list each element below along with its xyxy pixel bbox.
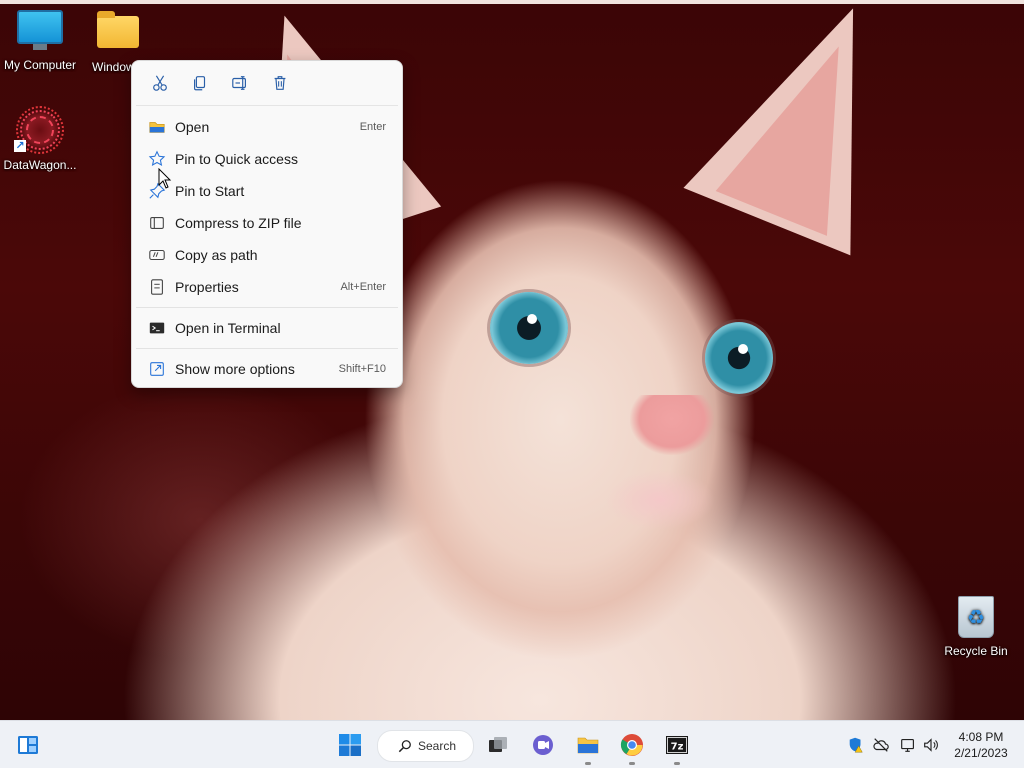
windows-logo-icon [339,734,361,756]
onedrive-tray-button[interactable] [871,735,891,755]
monitor-icon [17,10,63,50]
mouse-cursor-icon [158,168,172,189]
menu-item-show-more-options[interactable]: Show more options Shift+F10 [136,354,398,384]
folder-icon [97,11,139,48]
clock-time: 4:08 PM [958,730,1004,744]
menu-item-label: Pin to Quick access [175,151,298,167]
search-label: Search [418,739,457,753]
widgets-button[interactable] [12,729,44,761]
teams-chat-button[interactable] [527,729,559,761]
desktop-icon-my-computer[interactable]: My Computer [0,10,80,72]
task-view-button[interactable] [482,729,514,761]
desktop-icon-label: DataWagon... [3,158,77,172]
menu-item-label: Compress to ZIP file [175,215,302,231]
copy-button[interactable] [188,71,212,95]
kitten-mouth [605,470,715,530]
7zip-button[interactable]: 7z [661,729,693,765]
menu-item-label: Copy as path [175,247,258,263]
menu-item-label: Open [175,119,210,135]
menu-item-label: Open in Terminal [175,320,281,336]
menu-item-open-terminal[interactable]: Open in Terminal [136,313,398,343]
task-view-icon [489,737,507,752]
network-icon [901,739,914,752]
widgets-icon [18,736,38,754]
start-button[interactable] [334,729,366,761]
rename-icon [232,76,246,90]
menu-item-label: Properties [175,279,239,295]
terminal-icon [146,319,168,337]
zip-icon [146,214,168,232]
menu-item-label: Show more options [175,361,295,377]
menu-separator [136,307,398,308]
desktop-screen: My Computer Window ↗ DataWagon... Recycl… [0,0,1024,768]
cut-button[interactable] [148,71,172,95]
chrome-button[interactable] [616,729,648,765]
copy-path-icon [146,246,168,264]
more-options-icon [146,360,168,378]
menu-item-label: Pin to Start [175,183,245,199]
wallpaper-top-strip [0,0,1024,4]
7zip-icon: 7z [666,736,688,754]
rename-button[interactable] [228,71,252,95]
svg-text:7z: 7z [671,742,684,753]
speaker-icon [924,738,938,752]
recycle-bin-icon [958,596,994,638]
clock-date: 2/21/2023 [954,746,1008,760]
properties-icon [146,278,168,296]
menu-item-shortcut: Shift+F10 [338,363,386,375]
windows-security-tray-button[interactable] [846,735,866,755]
context-menu: Open Enter Pin to Quick access Pin to St… [131,60,403,388]
running-indicator [585,762,591,765]
menu-item-shortcut: Alt+Enter [340,281,386,293]
menu-separator [136,348,398,349]
menu-item-shortcut: Enter [359,121,386,133]
search-icon [398,740,411,753]
running-indicator [629,762,635,765]
shortcut-arrow-icon: ↗ [14,140,26,152]
kitten-right-eye [705,322,773,394]
delete-icon [274,76,286,90]
shield-warning-icon [849,737,863,753]
menu-item-copy-as-path[interactable]: Copy as path [136,240,398,270]
taskbar-clock[interactable]: 4:08 PM 2/21/2023 [946,729,1016,761]
network-tray-button[interactable] [898,735,918,755]
menu-item-properties[interactable]: Properties Alt+Enter [136,272,398,302]
file-explorer-button[interactable] [572,729,604,765]
cut-icon [153,75,167,91]
desktop-icon-datawagon[interactable]: ↗ DataWagon... [0,106,80,172]
kitten-left-eye [490,292,568,364]
desktop-icon-label: My Computer [3,58,77,72]
desktop-icon-recycle-bin[interactable]: Recycle Bin [936,596,1016,658]
taskbar-search-box[interactable]: Search [377,730,474,762]
menu-item-pin-to-start[interactable]: Pin to Start [136,176,398,206]
menu-item-open[interactable]: Open Enter [136,112,398,142]
chrome-icon [620,734,643,756]
taskbar: Search 7z 4:08 PM 2/21/2023 [0,720,1024,768]
cloud-offline-icon [873,738,889,752]
copy-icon [194,76,206,91]
kitten-nose [630,395,714,455]
context-menu-toolbar [136,61,398,106]
running-indicator [674,762,680,765]
file-explorer-icon [577,737,599,754]
volume-tray-button[interactable] [921,735,941,755]
menu-item-compress-zip[interactable]: Compress to ZIP file [136,208,398,238]
desktop-icon-label: Recycle Bin [944,644,1008,658]
star-icon [146,150,168,168]
menu-item-pin-quick-access[interactable]: Pin to Quick access [136,144,398,174]
delete-button[interactable] [268,71,292,95]
teams-chat-icon [533,735,553,755]
folder-open-icon [146,118,168,136]
